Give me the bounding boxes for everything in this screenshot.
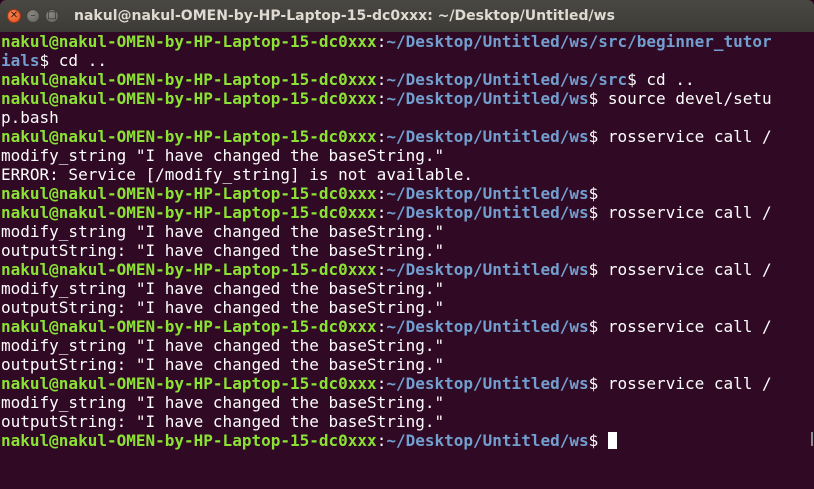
line-text: ERROR: Service [/modify_string] is not a… — [1, 165, 474, 184]
prompt-separator: : — [376, 32, 387, 51]
prompt-path: ials — [1, 51, 40, 70]
scrollbar[interactable] — [800, 32, 814, 489]
terminal-line: nakul@nakul-OMEN-by-HP-Laptop-15-dc0xxx:… — [0, 184, 800, 203]
line-text: $ cd .. — [39, 51, 107, 70]
terminal-line: modify_string "I have changed the baseSt… — [0, 393, 800, 412]
prompt-path: ~/Desktop/Untitled/ws — [386, 203, 589, 222]
prompt-user: nakul@nakul-OMEN-by-HP-Laptop-15-dc0xxx — [1, 127, 377, 146]
prompt-path: ~/Desktop/Untitled/ws — [386, 374, 589, 393]
terminal-line: modify_string "I have changed the baseSt… — [0, 146, 800, 165]
line-text: $ cd .. — [627, 70, 695, 89]
line-text: modify_string "I have changed the baseSt… — [1, 146, 445, 165]
line-text: $ — [588, 184, 599, 203]
prompt-user: nakul@nakul-OMEN-by-HP-Laptop-15-dc0xxx — [1, 431, 377, 450]
text-cursor — [607, 432, 617, 449]
terminal-line: outputString: "I have changed the baseSt… — [0, 355, 800, 374]
line-text: outputString: "I have changed the baseSt… — [1, 298, 445, 317]
line-text: outputString: "I have changed the baseSt… — [1, 412, 445, 431]
maximize-icon[interactable]: □ — [45, 9, 59, 23]
prompt-user: nakul@nakul-OMEN-by-HP-Laptop-15-dc0xxx — [1, 32, 377, 51]
terminal-line: nakul@nakul-OMEN-by-HP-Laptop-15-dc0xxx:… — [0, 374, 800, 393]
prompt-user: nakul@nakul-OMEN-by-HP-Laptop-15-dc0xxx — [1, 317, 377, 336]
prompt-user: nakul@nakul-OMEN-by-HP-Laptop-15-dc0xxx — [1, 260, 377, 279]
prompt-path: ~/Desktop/Untitled/ws — [386, 260, 589, 279]
line-text: $ source devel/setu — [588, 89, 772, 108]
prompt-path: ~/Desktop/Untitled/ws — [386, 317, 589, 336]
terminal-line: nakul@nakul-OMEN-by-HP-Laptop-15-dc0xxx:… — [0, 89, 800, 108]
close-icon[interactable]: ✕ — [7, 9, 21, 23]
terminal-line: nakul@nakul-OMEN-by-HP-Laptop-15-dc0xxx:… — [0, 317, 800, 336]
line-text: $ rosservice call / — [588, 374, 772, 393]
prompt-user: nakul@nakul-OMEN-by-HP-Laptop-15-dc0xxx — [1, 89, 377, 108]
window-title: nakul@nakul-OMEN-by-HP-Laptop-15-dc0xxx:… — [74, 8, 615, 24]
prompt-separator: : — [376, 89, 387, 108]
terminal-line: modify_string "I have changed the baseSt… — [0, 336, 800, 355]
prompt-path: ~/Desktop/Untitled/ws/src — [386, 70, 628, 89]
terminal-line: modify_string "I have changed the baseSt… — [0, 279, 800, 298]
line-text: modify_string "I have changed the baseSt… — [1, 222, 445, 241]
scrollbar-thumb[interactable] — [811, 432, 813, 446]
prompt-user: nakul@nakul-OMEN-by-HP-Laptop-15-dc0xxx — [1, 203, 377, 222]
line-text: $ — [588, 431, 608, 450]
terminal-line: nakul@nakul-OMEN-by-HP-Laptop-15-dc0xxx:… — [0, 127, 800, 146]
line-text: modify_string "I have changed the baseSt… — [1, 393, 445, 412]
prompt-user: nakul@nakul-OMEN-by-HP-Laptop-15-dc0xxx — [1, 184, 377, 203]
prompt-separator: : — [376, 70, 387, 89]
terminal-line: ERROR: Service [/modify_string] is not a… — [0, 165, 800, 184]
terminal-line: outputString: "I have changed the baseSt… — [0, 298, 800, 317]
terminal-line: nakul@nakul-OMEN-by-HP-Laptop-15-dc0xxx:… — [0, 32, 800, 51]
prompt-path: ~/Desktop/Untitled/ws — [386, 431, 589, 450]
line-text: outputString: "I have changed the baseSt… — [1, 355, 445, 374]
terminal-line: nakul@nakul-OMEN-by-HP-Laptop-15-dc0xxx:… — [0, 431, 800, 450]
terminal-line: modify_string "I have changed the baseSt… — [0, 222, 800, 241]
line-text: modify_string "I have changed the baseSt… — [1, 279, 445, 298]
terminal-line: outputString: "I have changed the baseSt… — [0, 412, 800, 431]
terminal-line: ials$ cd .. — [0, 51, 800, 70]
line-text: $ rosservice call / — [588, 127, 772, 146]
prompt-separator: : — [376, 127, 387, 146]
prompt-separator: : — [376, 184, 387, 203]
prompt-separator: : — [376, 203, 387, 222]
line-text: modify_string "I have changed the baseSt… — [1, 336, 445, 355]
prompt-user: nakul@nakul-OMEN-by-HP-Laptop-15-dc0xxx — [1, 374, 377, 393]
terminal-line: outputString: "I have changed the baseSt… — [0, 241, 800, 260]
terminal-output[interactable]: nakul@nakul-OMEN-by-HP-Laptop-15-dc0xxx:… — [0, 32, 800, 489]
terminal-line: nakul@nakul-OMEN-by-HP-Laptop-15-dc0xxx:… — [0, 70, 800, 89]
line-text: p.bash — [1, 108, 59, 127]
line-text: $ rosservice call / — [588, 260, 772, 279]
prompt-separator: : — [376, 431, 387, 450]
window-titlebar[interactable]: ✕ – □ nakul@nakul-OMEN-by-HP-Laptop-15-d… — [0, 0, 814, 32]
terminal-line: nakul@nakul-OMEN-by-HP-Laptop-15-dc0xxx:… — [0, 203, 800, 222]
prompt-path: ~/Desktop/Untitled/ws — [386, 184, 589, 203]
prompt-separator: : — [376, 260, 387, 279]
line-text: $ rosservice call / — [588, 203, 772, 222]
prompt-path: ~/Desktop/Untitled/ws — [386, 89, 589, 108]
line-text: $ rosservice call / — [588, 317, 772, 336]
prompt-path: ~/Desktop/Untitled/ws/src/beginner_tutor — [386, 32, 772, 51]
prompt-path: ~/Desktop/Untitled/ws — [386, 127, 589, 146]
minimize-icon[interactable]: – — [26, 9, 40, 23]
prompt-separator: : — [376, 317, 387, 336]
terminal-line: nakul@nakul-OMEN-by-HP-Laptop-15-dc0xxx:… — [0, 260, 800, 279]
terminal-line: p.bash — [0, 108, 800, 127]
prompt-user: nakul@nakul-OMEN-by-HP-Laptop-15-dc0xxx — [1, 70, 377, 89]
prompt-separator: : — [376, 374, 387, 393]
line-text: outputString: "I have changed the baseSt… — [1, 241, 445, 260]
